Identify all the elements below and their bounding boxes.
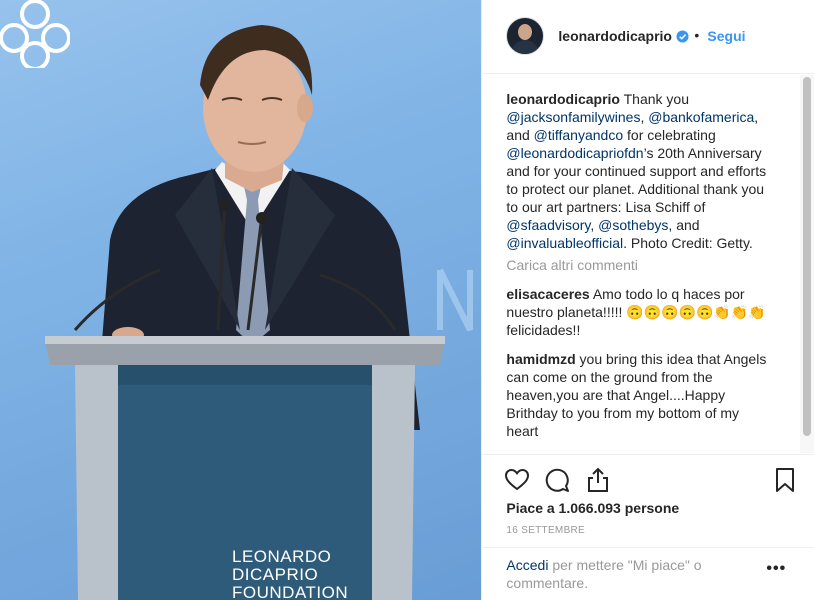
- comments-scrollbar[interactable]: [800, 75, 814, 453]
- caption-text-segment: . Photo Credit: Getty.: [623, 235, 753, 251]
- mention-link[interactable]: @tiffanyandco: [534, 127, 623, 143]
- post-photo[interactable]: LEONARDO DICAPRIO FOUNDATION: [0, 0, 482, 600]
- caption: leonardodicaprio Thank you @jacksonfamil…: [506, 90, 774, 252]
- comment-icon[interactable]: [544, 467, 570, 493]
- scrollbar-thumb[interactable]: [803, 77, 811, 436]
- caption-text-segment: ,: [590, 217, 599, 233]
- mention-link[interactable]: @sfaadvisory: [506, 217, 590, 233]
- follow-button[interactable]: Segui: [707, 28, 745, 44]
- mention-link[interactable]: @sothebys: [598, 217, 668, 233]
- comment-username[interactable]: hamidmzd: [506, 351, 575, 367]
- caption-text: Thank you @jacksonfamilywines, @bankofam…: [506, 91, 770, 251]
- foundation-line-3: FOUNDATION: [232, 583, 349, 600]
- verified-badge-icon: [676, 30, 689, 43]
- caption-username[interactable]: leonardodicaprio: [506, 91, 620, 107]
- comment: elisacaceres Amo todo lo q haces por nue…: [506, 285, 774, 339]
- avatar-head: [518, 24, 533, 40]
- load-more-comments-button[interactable]: Carica altri commenti: [506, 256, 774, 274]
- speaker-illustration: [0, 0, 482, 600]
- heart-icon[interactable]: [504, 467, 530, 493]
- caption-text-segment: , and: [668, 217, 704, 233]
- mention-link[interactable]: @bankofamerica: [648, 109, 754, 125]
- action-bar: [482, 454, 814, 494]
- mention-link[interactable]: @jacksonfamilywines: [506, 109, 640, 125]
- comment-username[interactable]: elisacaceres: [506, 286, 589, 302]
- post-header: leonardodicaprio • Segui: [482, 0, 814, 74]
- instagram-post: LEONARDO DICAPRIO FOUNDATION leonardodic…: [0, 0, 814, 600]
- foundation-wordmark: LEONARDO DICAPRIO FOUNDATION: [232, 548, 348, 600]
- post-footer: Accedi per mettere "Mi piace" o commenta…: [482, 547, 814, 600]
- header-separator: •: [694, 27, 700, 43]
- share-icon[interactable]: [585, 467, 611, 493]
- avatar-shoulders: [511, 40, 540, 54]
- login-link[interactable]: Accedi: [506, 557, 548, 573]
- more-options-icon[interactable]: •••: [766, 560, 786, 578]
- avatar[interactable]: [506, 17, 545, 55]
- mention-link[interactable]: @invaluableofficial: [506, 235, 623, 251]
- comment: hamidmzd you bring this idea that Angels…: [506, 350, 774, 440]
- comments-list: leonardodicaprio Thank you @jacksonfamil…: [506, 90, 774, 440]
- post-date[interactable]: 16 SETTEMBRE: [506, 525, 585, 536]
- mention-link[interactable]: @leonardodicapriofdn: [506, 145, 643, 161]
- foundation-line-1: LEONARDO: [232, 547, 332, 566]
- bookmark-icon[interactable]: [772, 467, 798, 493]
- post-side-panel: leonardodicaprio • Segui leonardodicapri…: [481, 0, 814, 600]
- caption-text-segment: for celebrating: [623, 127, 720, 143]
- login-prompt: Accedi per mettere "Mi piace" o commenta…: [506, 556, 736, 592]
- header-username[interactable]: leonardodicaprio: [558, 28, 672, 44]
- likes-count[interactable]: Piace a 1.066.093 persone: [506, 500, 679, 516]
- foundation-logo: [0, 0, 70, 68]
- foundation-line-2: DICAPRIO: [232, 565, 319, 584]
- caption-text-segment: Thank you: [619, 91, 693, 107]
